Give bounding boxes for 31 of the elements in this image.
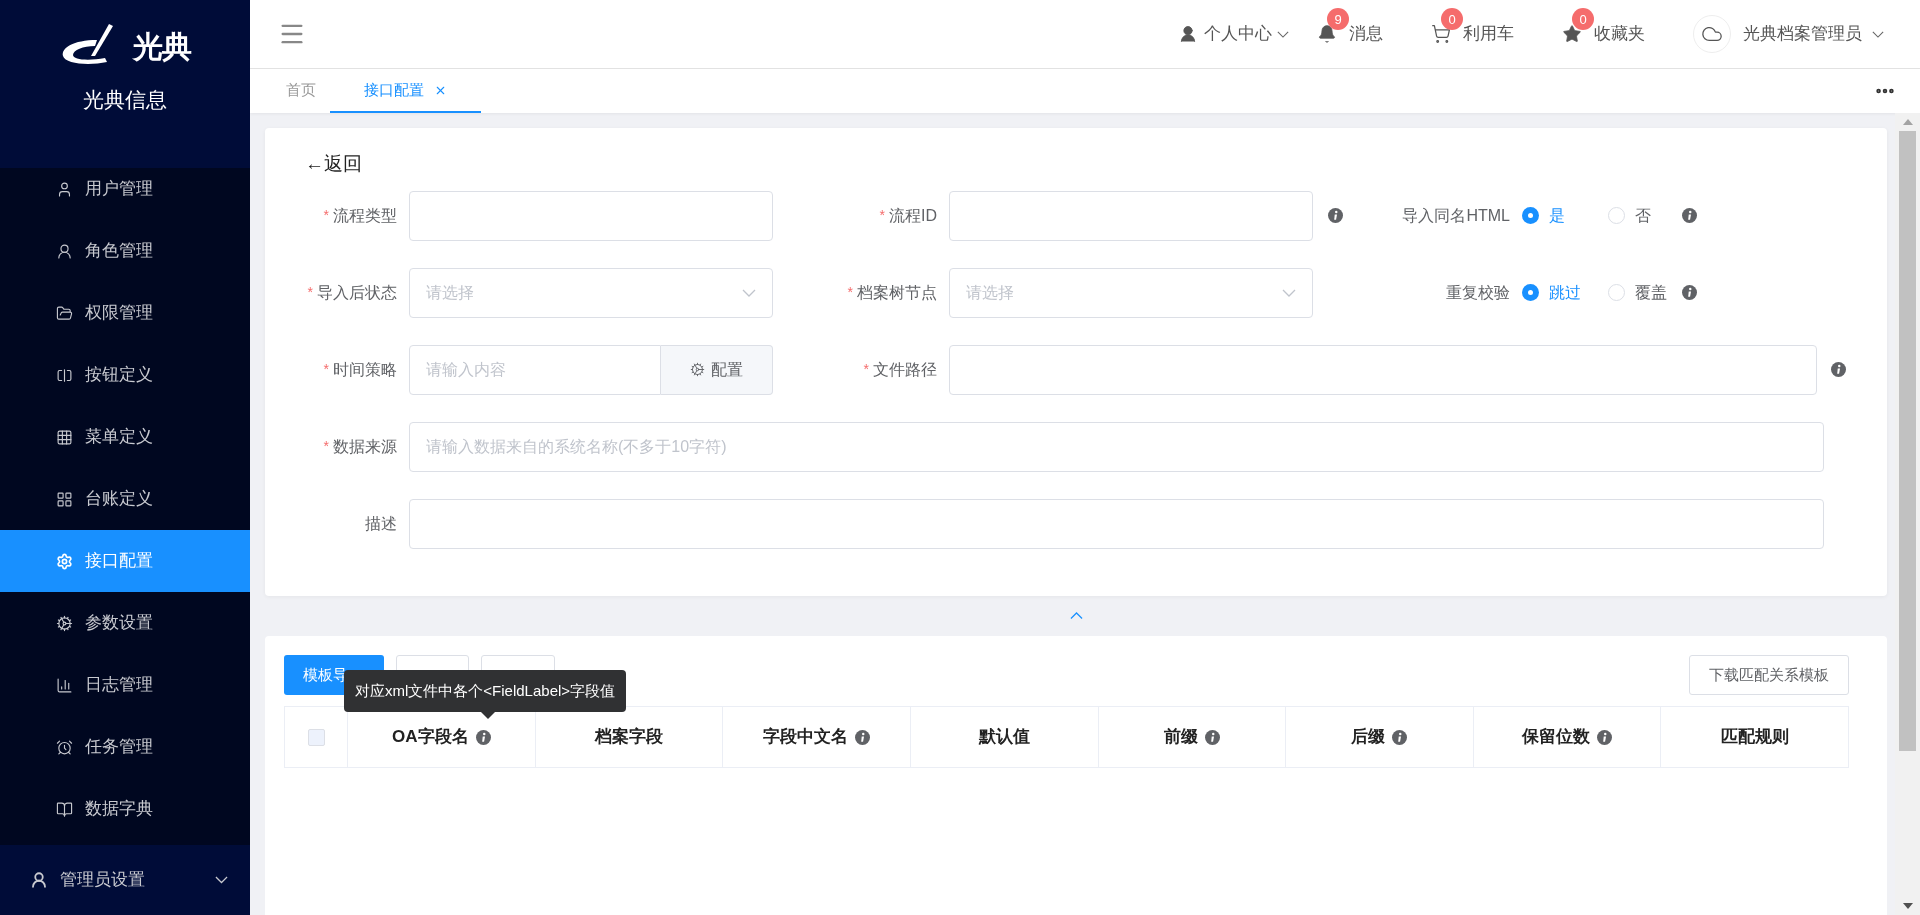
field-label: 重复校验	[1446, 282, 1510, 303]
required-mark: *	[323, 437, 329, 456]
field-label: 数据来源	[333, 436, 397, 457]
count-badge: 0	[1441, 8, 1463, 31]
required-mark: *	[847, 283, 853, 302]
column-header: 字段中文名	[763, 726, 849, 749]
column-header: 前缀	[1163, 726, 1198, 749]
column-header: 档案字段	[594, 726, 663, 749]
count-badge: 9	[1327, 8, 1349, 31]
field-label: 流程ID	[889, 205, 937, 226]
field-label: 档案树节点	[857, 282, 937, 303]
column-header: 后缀	[1351, 726, 1386, 749]
required-mark: *	[307, 283, 313, 302]
required-mark: *	[323, 206, 329, 225]
field-label: 导入后状态	[317, 282, 397, 303]
required-mark: *	[879, 206, 885, 225]
tooltip: 对应xml文件中各个<FieldLabel>字段值	[344, 670, 627, 712]
field-label: 时间策略	[333, 359, 397, 380]
field-label: 流程类型	[333, 205, 397, 226]
field-label: 文件路径	[873, 359, 937, 380]
brand-title: 光典信息	[83, 87, 167, 113]
field-label: 描述	[365, 513, 397, 534]
count-badge: 0	[1572, 8, 1594, 31]
column-header: 默认值	[978, 726, 1030, 749]
column-header: 保留位数	[1522, 726, 1591, 749]
required-mark: *	[323, 360, 329, 379]
required-mark: *	[863, 360, 869, 379]
field-label: 导入同名HTML	[1402, 205, 1510, 226]
column-header: 匹配规则	[1720, 726, 1789, 749]
logo-text: 光典	[132, 28, 192, 65]
column-header: OA字段名	[392, 726, 469, 749]
